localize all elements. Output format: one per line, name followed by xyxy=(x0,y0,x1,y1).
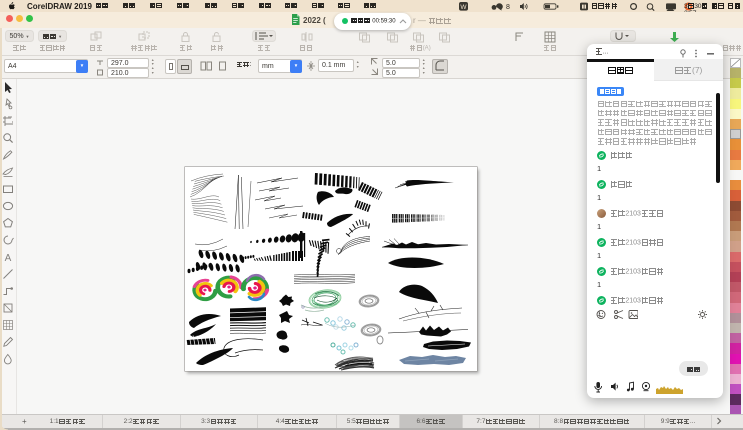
svg-text:8: 8 xyxy=(506,4,510,11)
svg-text:A: A xyxy=(5,253,12,263)
svg-text:W: W xyxy=(460,4,467,11)
